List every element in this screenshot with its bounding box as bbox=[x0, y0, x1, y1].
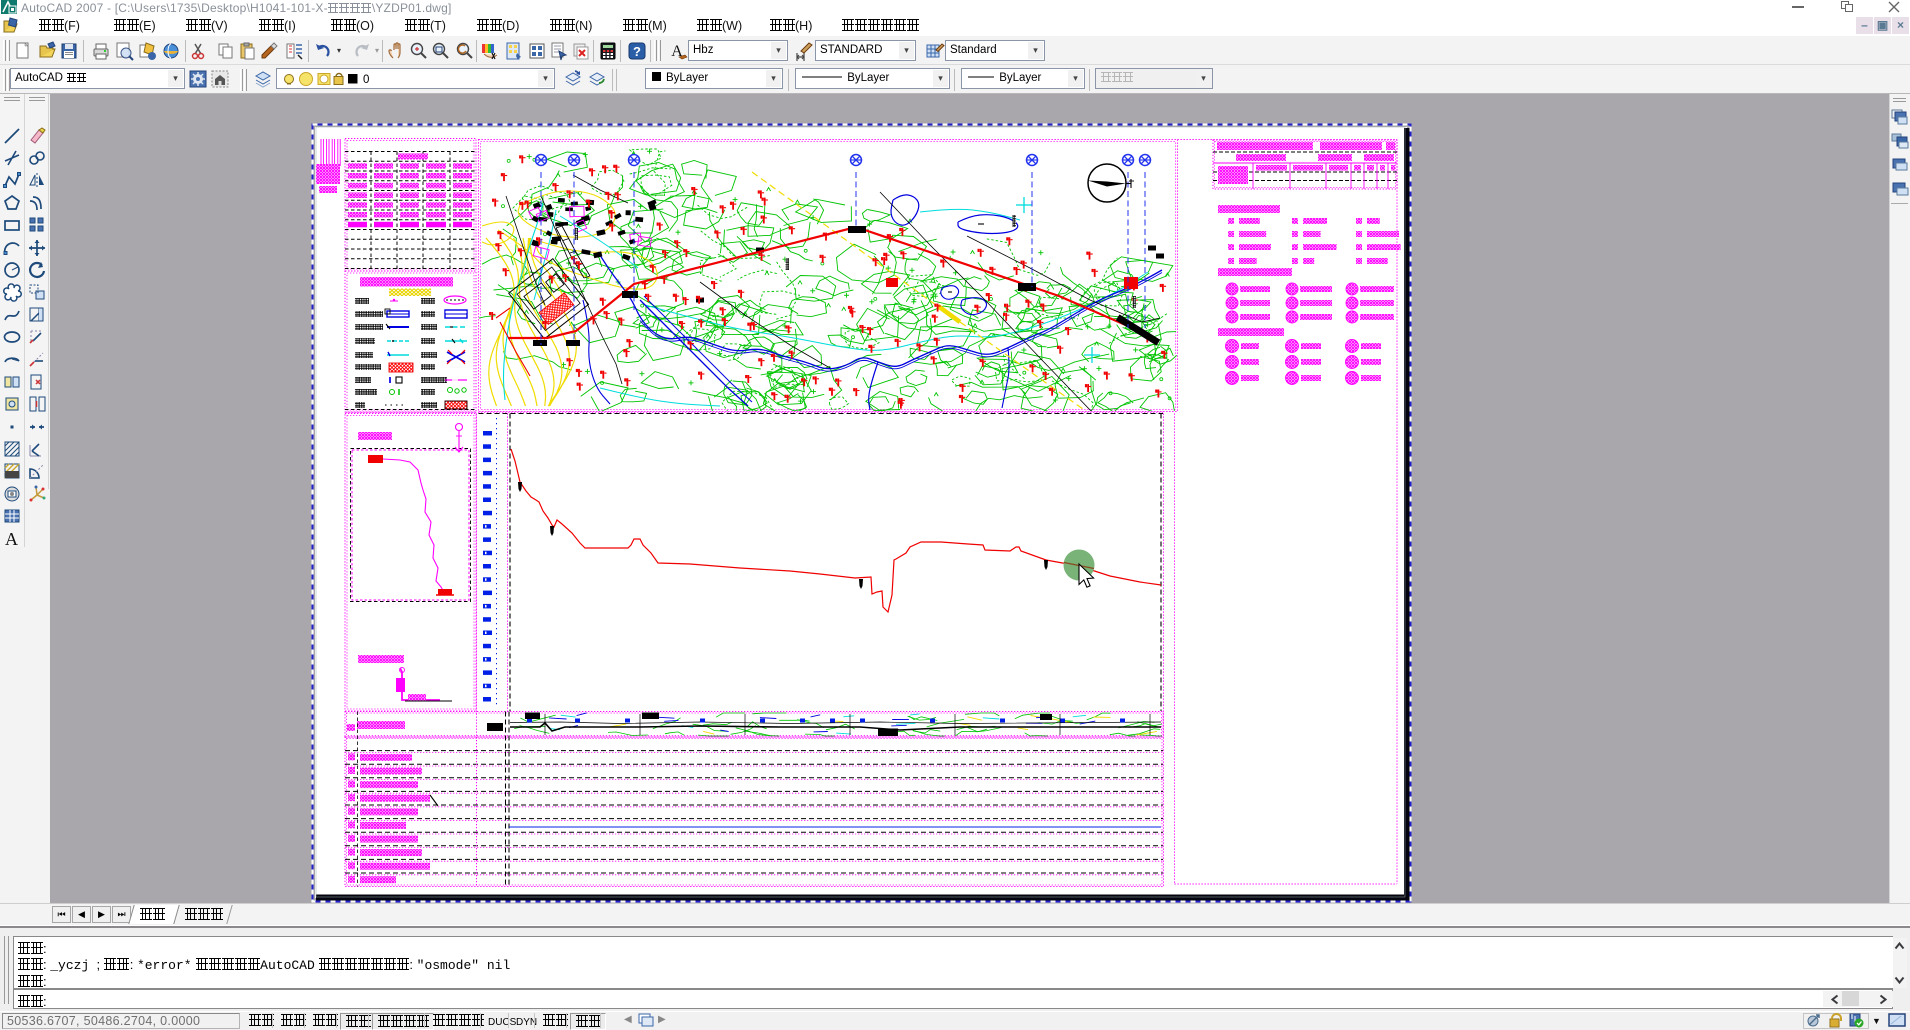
svg-text:0: 0 bbox=[363, 74, 369, 86]
svg-text:?: ? bbox=[633, 44, 641, 59]
